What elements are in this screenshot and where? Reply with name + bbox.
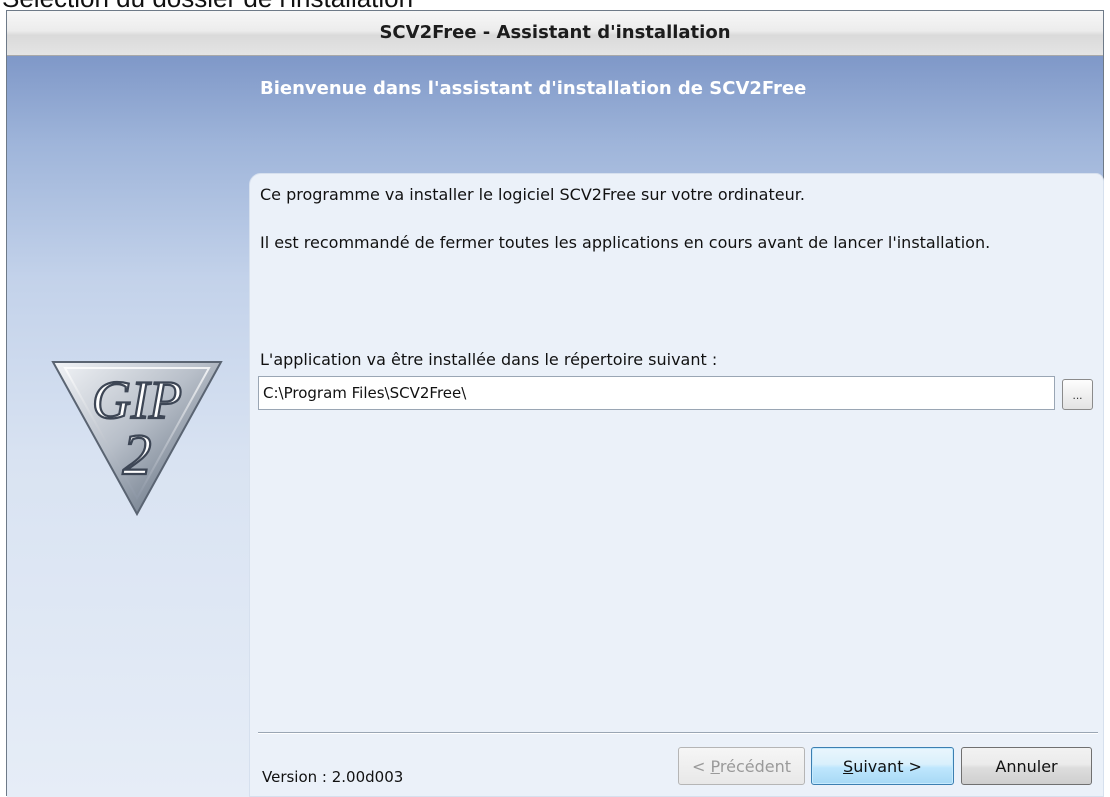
logo-text-gip: GIP bbox=[92, 370, 182, 430]
next-button[interactable]: Suivant > bbox=[811, 747, 954, 785]
logo-text-2: 2 bbox=[123, 422, 152, 487]
window-title: SCV2Free - Assistant d'installation bbox=[379, 22, 731, 43]
previous-button-label: récédent bbox=[719, 756, 791, 776]
wizard-body: Bienvenue dans l'assistant d'installatio… bbox=[7, 56, 1104, 797]
install-dir-input[interactable] bbox=[258, 376, 1055, 410]
installer-window: SCV2Free - Assistant d'installation Bien… bbox=[6, 10, 1104, 797]
intro-line-2: Il est recommandé de fermer toutes les a… bbox=[260, 233, 991, 252]
title-bar[interactable]: SCV2Free - Assistant d'installation bbox=[7, 11, 1103, 56]
gip2-logo: GIP 2 bbox=[51, 361, 223, 517]
background-caption: Sélection du dossier de l'installation bbox=[2, 0, 413, 10]
background-caption-strip: Sélection du dossier de l'installation bbox=[0, 0, 1110, 10]
previous-button[interactable]: < Précédent bbox=[678, 747, 805, 785]
intro-line-1: Ce programme va installer le logiciel SC… bbox=[260, 185, 805, 204]
version-label: Version : 2.00d003 bbox=[262, 768, 404, 786]
footer-divider bbox=[258, 732, 1098, 734]
cancel-button[interactable]: Annuler bbox=[961, 747, 1092, 785]
next-button-mnemonic: S bbox=[843, 756, 854, 776]
welcome-heading: Bienvenue dans l'assistant d'installatio… bbox=[260, 78, 807, 99]
install-dir-label: L'application va être installée dans le … bbox=[260, 350, 718, 369]
content-panel: Ce programme va installer le logiciel SC… bbox=[249, 173, 1104, 797]
next-button-suffix: > bbox=[903, 756, 922, 776]
browse-button[interactable]: ... bbox=[1062, 379, 1093, 410]
next-button-label: uivant bbox=[853, 756, 904, 776]
previous-button-mnemonic: P bbox=[710, 756, 720, 776]
previous-button-prefix: < bbox=[692, 756, 711, 776]
